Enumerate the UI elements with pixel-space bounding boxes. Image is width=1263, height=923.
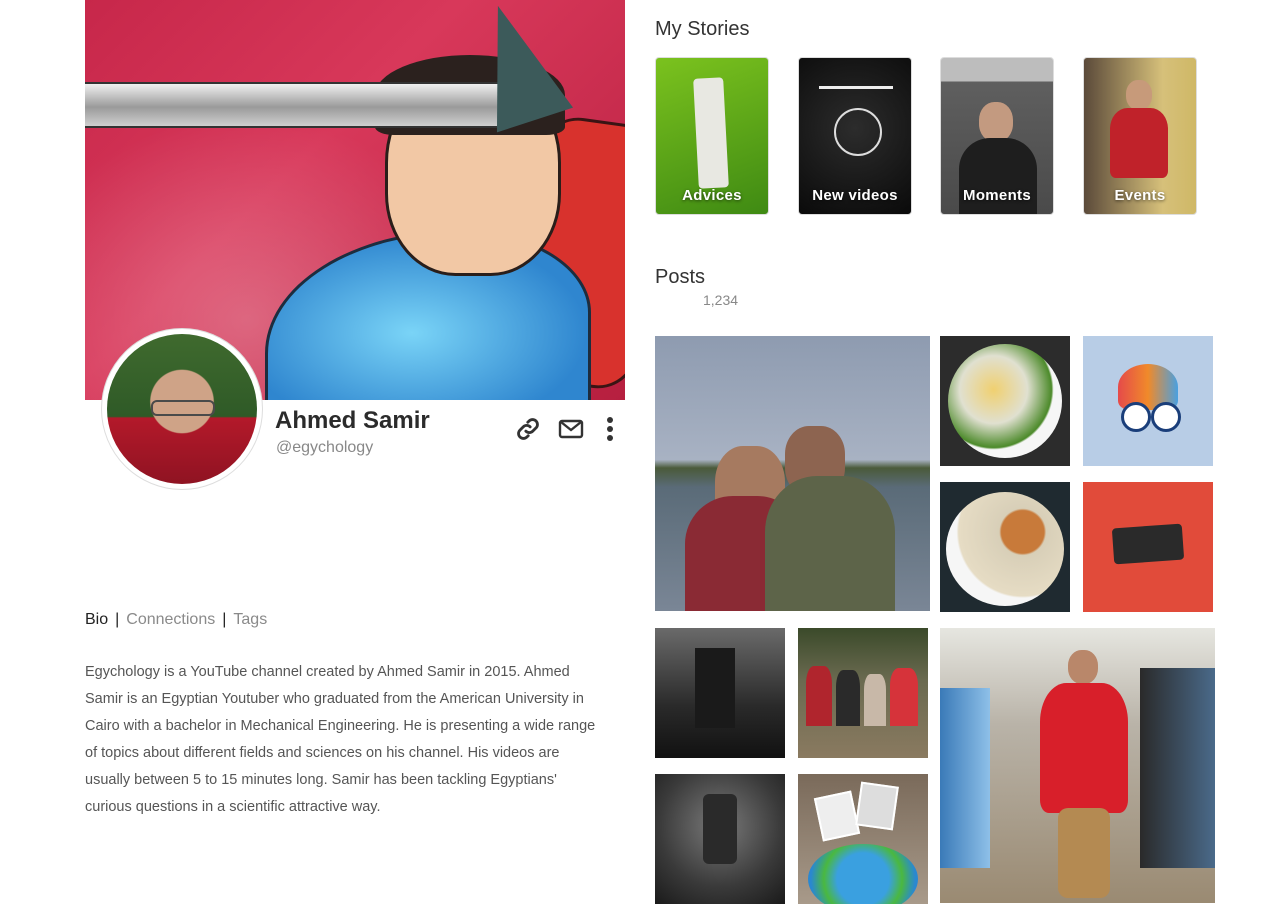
post-image[interactable] (1083, 336, 1213, 466)
story-label: Advices (682, 187, 742, 204)
bio-text: Egychology is a YouTube channel created … (85, 664, 596, 815)
avatar[interactable] (102, 329, 262, 489)
profile-tabs: Bio | Connections | Tags (85, 611, 267, 629)
story-label: Events (1114, 187, 1166, 204)
profile-handle: @egychology (276, 439, 374, 456)
post-image[interactable] (798, 628, 928, 758)
post-image[interactable] (1083, 482, 1213, 612)
link-icon (517, 418, 539, 440)
story-moments[interactable]: Moments (940, 57, 1054, 215)
post-image[interactable] (798, 774, 928, 904)
posts-title: Posts (655, 266, 706, 288)
tab-tags[interactable]: Tags (233, 611, 267, 628)
story-label: New videos (812, 187, 898, 204)
story-events[interactable]: Events (1083, 57, 1197, 215)
story-advices[interactable]: Advices (655, 57, 769, 215)
email-button[interactable] (556, 414, 586, 444)
posts-count: 1,234 (703, 292, 739, 308)
tab-separator: | (115, 611, 120, 628)
tab-bio[interactable]: Bio (85, 611, 108, 628)
post-image[interactable] (655, 774, 785, 904)
story-new-videos[interactable]: New videos (798, 57, 912, 215)
tab-separator: | (222, 611, 227, 628)
stories-title: My Stories (655, 18, 750, 40)
post-image[interactable] (940, 628, 1215, 903)
profile-name: Ahmed Samir (275, 407, 430, 434)
post-image[interactable] (655, 628, 785, 758)
envelope-icon (558, 419, 584, 439)
tab-connections[interactable]: Connections (126, 611, 215, 628)
story-label: Moments (963, 187, 1031, 204)
more-options-button[interactable] (595, 414, 625, 444)
post-image[interactable] (940, 336, 1070, 466)
link-button[interactable] (513, 414, 543, 444)
post-image[interactable] (655, 336, 930, 611)
more-vertical-icon (607, 417, 613, 441)
post-image[interactable] (940, 482, 1070, 612)
